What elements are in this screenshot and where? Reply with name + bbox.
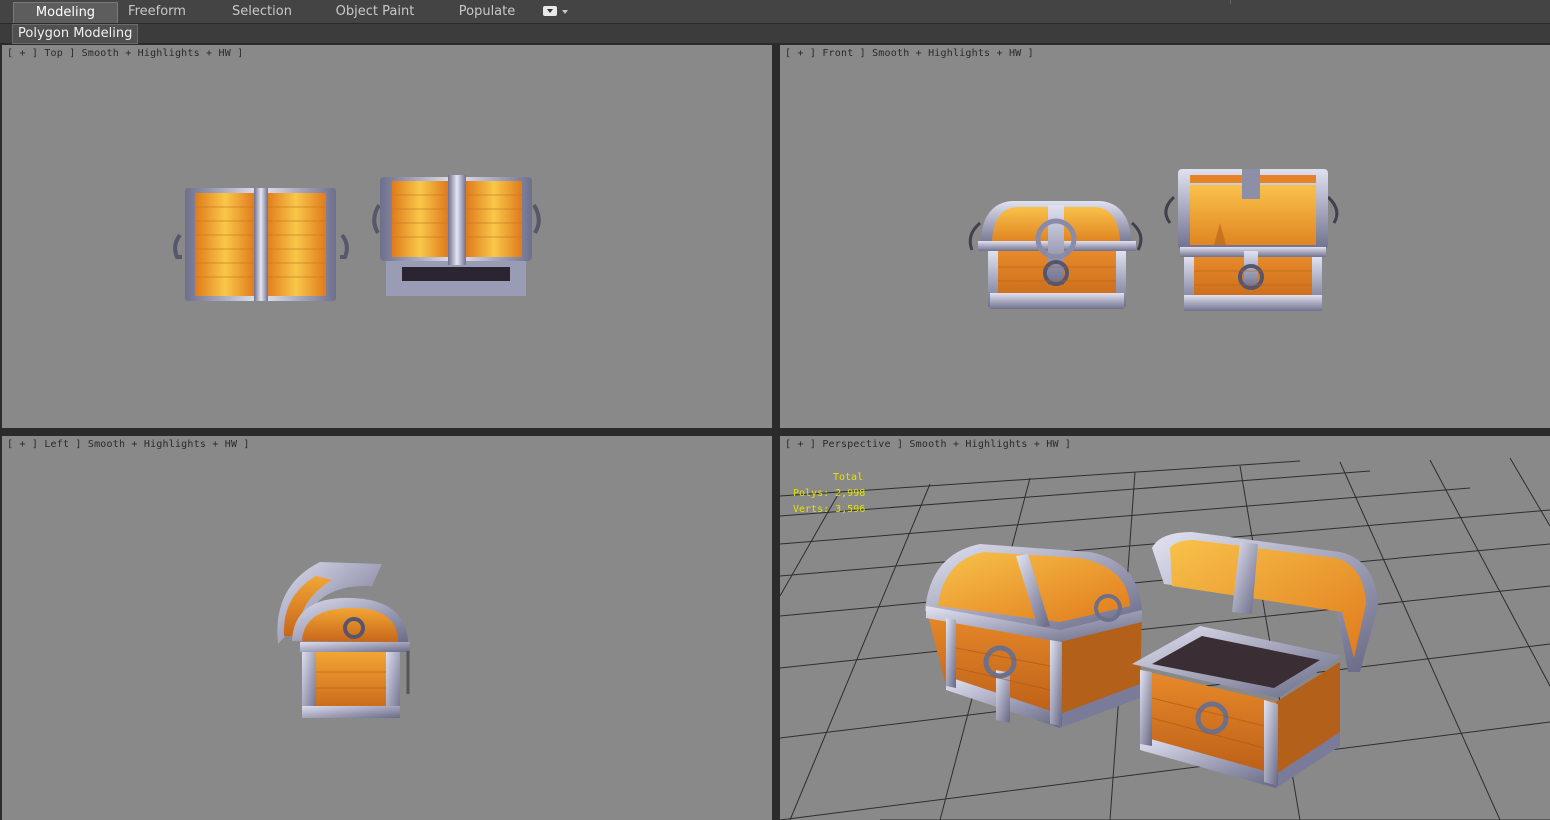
ribbon-options-icon[interactable] — [543, 6, 557, 16]
left-view-render — [277, 562, 410, 718]
top-view-render — [173, 175, 541, 301]
viewport-perspective[interactable]: [ + ] Perspective ] Smooth + Highlights … — [780, 436, 1550, 820]
chest-open-side — [277, 562, 410, 718]
chevron-down-icon[interactable] — [562, 10, 568, 14]
viewport-left[interactable]: [ + ] Left ] Smooth + Highlights + HW ] — [2, 436, 772, 820]
tab-populate[interactable]: Populate — [446, 2, 528, 22]
chest-open-top — [372, 175, 541, 296]
front-view-render — [968, 169, 1339, 311]
perspective-render — [925, 532, 1378, 788]
chest-closed-top — [173, 188, 349, 301]
chest-open-perspective — [1132, 532, 1378, 788]
ribbon-panel: Polygon Modeling — [0, 24, 1550, 44]
panel-polygon-modeling[interactable]: Polygon Modeling — [12, 24, 139, 44]
chest-open-front — [1164, 169, 1339, 311]
tab-freeform[interactable]: Freeform — [112, 2, 202, 22]
chest-closed-perspective — [925, 544, 1142, 728]
tab-modeling[interactable]: Modeling — [13, 2, 118, 23]
tab-selection[interactable]: Selection — [216, 2, 308, 22]
ribbon-separator — [1230, 0, 1231, 4]
viewport-top[interactable]: [ + ] Top ] Smooth + Highlights + HW ] — [2, 45, 772, 428]
chest-closed-front — [968, 201, 1143, 309]
tab-object-paint[interactable]: Object Paint — [328, 2, 422, 22]
viewport-front[interactable]: [ + ] Front ] Smooth + Highlights + HW ] — [780, 45, 1550, 428]
ribbon-tab-bar: Modeling Freeform Selection Object Paint… — [0, 0, 1550, 24]
